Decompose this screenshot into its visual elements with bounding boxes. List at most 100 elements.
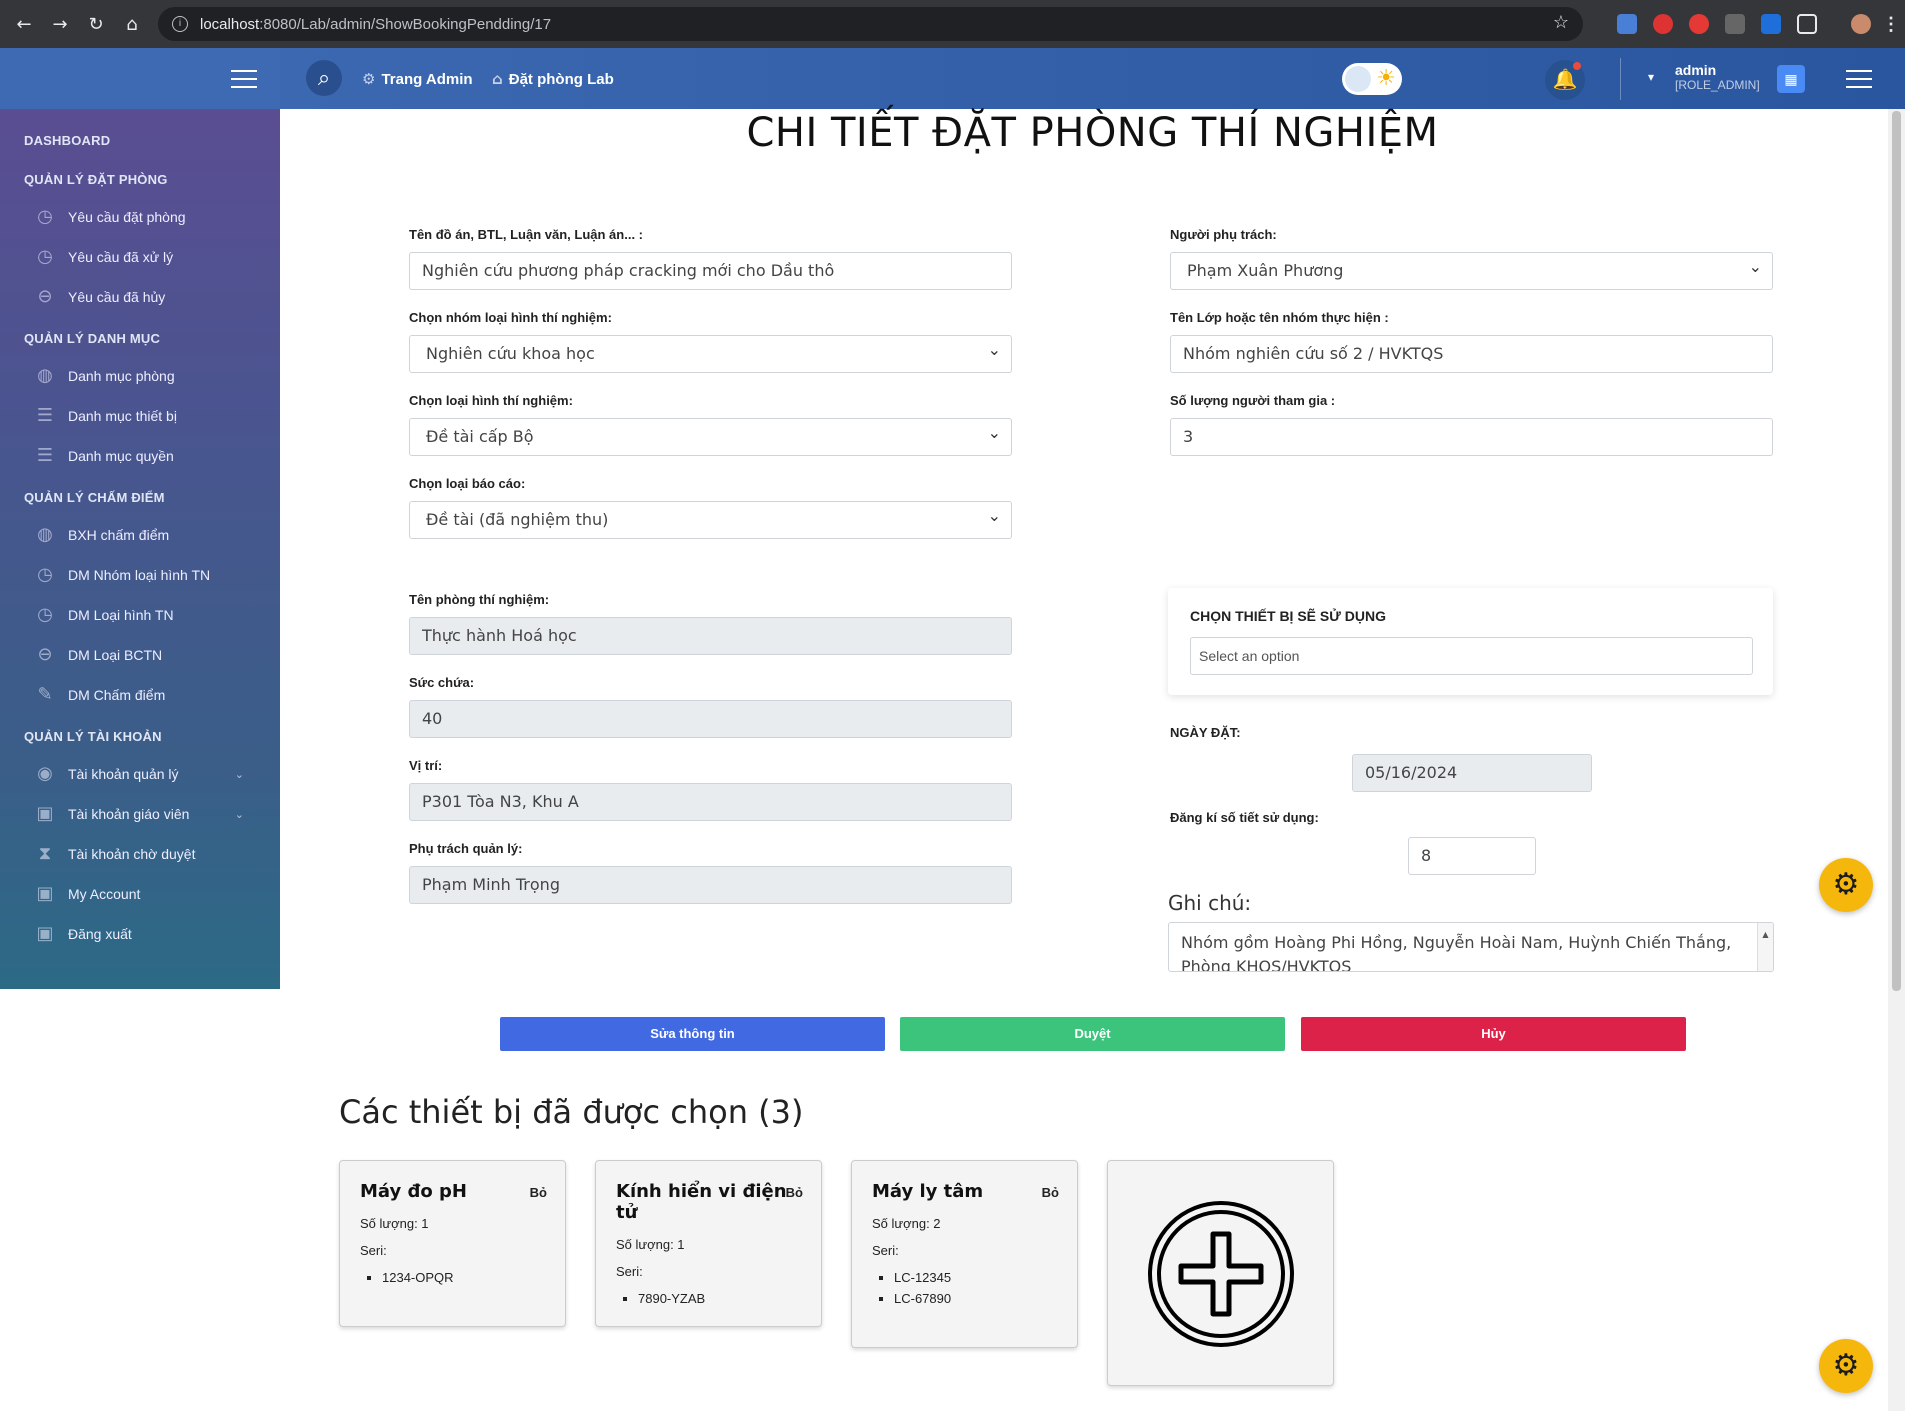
exp-group-select[interactable]: Nghiên cứu khoa học bbox=[409, 335, 1012, 373]
equipment-select[interactable]: Select an option bbox=[1190, 637, 1753, 675]
scrollbar-thumb[interactable] bbox=[1892, 111, 1901, 991]
page-scrollbar[interactable] bbox=[1888, 109, 1905, 1411]
note-textarea[interactable]: Nhóm gồm Hoàng Phi Hồng, Nguyễn Hoài Nam… bbox=[1168, 922, 1774, 972]
exp-type-select[interactable]: Đề tài cấp Bộ bbox=[409, 418, 1012, 456]
sidebar: DASHBOARD QUẢN LÝ ĐẶT PHÒNG ◷ Yêu cầu đặt p… bbox=[0, 109, 280, 989]
sidebar-item[interactable]: ⧗ Tài khoản chờ duyệt bbox=[0, 834, 280, 874]
add-equipment-card[interactable] bbox=[1107, 1160, 1334, 1386]
supervisor-select[interactable]: Phạm Xuân Phương bbox=[1170, 252, 1773, 290]
equipment-quantity: Số lượng: 1 bbox=[360, 1216, 429, 1231]
sidebar-item[interactable]: ☰ Danh mục thiết bị bbox=[0, 396, 280, 436]
report-type-select[interactable]: Đề tài (đã nghiệm thu) bbox=[409, 501, 1012, 539]
theme-toggle[interactable]: ☀ bbox=[1342, 63, 1402, 95]
sidebar-toggle-icon[interactable] bbox=[231, 70, 257, 88]
manager-field: Phạm Minh Trọng bbox=[409, 866, 1012, 904]
reload-icon[interactable]: ↻ bbox=[78, 14, 114, 35]
class-field[interactable]: Nhóm nghiên cứu số 2 / HVKTQS bbox=[1170, 335, 1773, 373]
moon-icon bbox=[1345, 66, 1371, 92]
project-name-field[interactable]: Nghiên cứu phương pháp cracking mới cho … bbox=[409, 252, 1012, 290]
shield-extension-icon[interactable] bbox=[1761, 14, 1781, 34]
serial-item: LC-67890 bbox=[894, 1291, 1057, 1306]
browser-menu-icon[interactable]: ⋮ bbox=[1881, 14, 1901, 34]
remove-button[interactable]: Bỏ bbox=[530, 1185, 547, 1200]
nav-link-admin[interactable]: ⚙ Trang Admin bbox=[362, 70, 473, 88]
sidebar-item[interactable]: ◷ DM Loại hình TN bbox=[0, 595, 280, 635]
sidebar-item[interactable]: ◷ Yêu cầu đã xử lý bbox=[0, 237, 280, 277]
red-extension-icon[interactable] bbox=[1689, 14, 1709, 34]
equipment-card: Kính hiển vi điện tử Bỏ Số lượng: 1 Seri… bbox=[595, 1160, 822, 1327]
sidebar-item[interactable]: ▣ Tài khoản giáo viên ⌄ bbox=[0, 794, 280, 834]
address-bar[interactable]: i localhost:8080/Lab/admin/ShowBookingPe… bbox=[158, 7, 1583, 41]
sidebar-item[interactable]: ◷ DM Nhóm loại hình TN bbox=[0, 555, 280, 595]
periods-field[interactable]: 8 bbox=[1408, 837, 1536, 875]
sidebar-section-title[interactable]: DASHBOARD bbox=[0, 119, 280, 158]
clock-icon: ◷ bbox=[37, 564, 53, 585]
sidebar-item-label: Yêu cầu đặt phòng bbox=[68, 209, 186, 225]
report-type-label: Chọn loại báo cáo: bbox=[409, 476, 526, 491]
url-host: localhost bbox=[200, 15, 260, 33]
settings-gear-icon[interactable]: ⚙ bbox=[1819, 858, 1873, 912]
remove-button[interactable]: Bỏ bbox=[1042, 1185, 1059, 1200]
sidebar-item[interactable]: ⊖ Yêu cầu đã hủy bbox=[0, 277, 280, 317]
serial-item: 7890-YZAB bbox=[638, 1291, 801, 1306]
sidebar-section-title: QUẢN LÝ TÀI KHOẢN bbox=[24, 729, 162, 744]
calendar-icon[interactable]: ▦ bbox=[1777, 65, 1805, 93]
user-name: admin bbox=[1675, 62, 1717, 78]
sidebar-item[interactable]: ◷ Yêu cầu đặt phòng bbox=[0, 197, 280, 237]
sidebar-item-label: DM Chấm điểm bbox=[68, 687, 166, 703]
clock-icon: ◷ bbox=[37, 246, 53, 267]
note-scrollbar[interactable]: ▲▼ bbox=[1757, 923, 1773, 971]
chevron-down-icon[interactable]: ⌄ bbox=[235, 808, 244, 821]
menu-icon[interactable] bbox=[1846, 70, 1872, 88]
user-menu[interactable]: admin [ROLE_ADMIN] bbox=[1675, 62, 1760, 92]
profile-avatar[interactable] bbox=[1851, 14, 1871, 34]
minus-circle-icon: ⊖ bbox=[37, 644, 53, 665]
chevron-down-icon[interactable]: ▾ bbox=[1648, 70, 1654, 84]
pencil-icon: ✎ bbox=[37, 684, 53, 705]
sidebar-item[interactable]: ☰ Danh mục quyền bbox=[0, 436, 280, 476]
adblock-extension-icon[interactable] bbox=[1653, 14, 1673, 34]
date-field: 05/16/2024 bbox=[1352, 754, 1592, 792]
sidebar-item[interactable]: ▣ Đăng xuất bbox=[0, 914, 280, 954]
remove-button[interactable]: Bỏ bbox=[786, 1185, 803, 1200]
sidebar-item-label: Yêu cầu đã xử lý bbox=[68, 249, 174, 265]
manager-label: Phụ trách quản lý: bbox=[409, 841, 523, 856]
translate-extension-icon[interactable] bbox=[1617, 14, 1637, 34]
approve-button[interactable]: Duyệt bbox=[900, 1017, 1285, 1051]
participants-field[interactable]: 3 bbox=[1170, 418, 1773, 456]
back-icon[interactable]: ← bbox=[6, 14, 42, 35]
chevron-down-icon[interactable]: ⌄ bbox=[235, 768, 244, 781]
settings-gear-icon[interactable]: ⚙ bbox=[1819, 1339, 1873, 1393]
clock-icon: ◷ bbox=[37, 604, 53, 625]
user-role: [ROLE_ADMIN] bbox=[1675, 78, 1760, 92]
serial-list: LC-12345 LC-67890 bbox=[894, 1270, 1057, 1306]
bookmark-star-icon[interactable]: ☆ bbox=[1553, 12, 1569, 33]
exp-group-label: Chọn nhóm loại hình thí nghiệm: bbox=[409, 310, 612, 325]
lab-name-label: Tên phòng thí nghiệm: bbox=[409, 592, 550, 607]
home-icon[interactable]: ⌂ bbox=[114, 14, 150, 35]
copy-extension-icon[interactable] bbox=[1725, 14, 1745, 34]
participants-label: Số lượng người tham gia : bbox=[1170, 393, 1336, 408]
site-info-icon[interactable]: i bbox=[172, 16, 188, 32]
cancel-button[interactable]: Hủy bbox=[1301, 1017, 1686, 1051]
sidebar-item-label: Danh mục thiết bị bbox=[68, 408, 177, 424]
url-path: :8080/Lab/admin/ShowBookingPendding/17 bbox=[259, 15, 552, 33]
sidebar-item[interactable]: ◉ Tài khoản quản lý ⌄ bbox=[0, 754, 280, 794]
sidebar-item[interactable]: ▣ My Account bbox=[0, 874, 280, 914]
search-icon[interactable]: ⌕ bbox=[306, 60, 342, 96]
sidebar-item-label: Đăng xuất bbox=[68, 926, 132, 942]
sidebar-item-label: My Account bbox=[68, 886, 141, 902]
sun-icon: ☀ bbox=[1376, 66, 1396, 91]
notification-bell-icon[interactable]: 🔔 bbox=[1545, 60, 1585, 100]
sidebar-section-title: QUẢN LÝ DANH MỤC bbox=[24, 331, 161, 346]
nav-link-booking[interactable]: ⌂ Đặt phòng Lab bbox=[492, 70, 614, 88]
sidebar-item[interactable]: ◍ Danh mục phòng bbox=[0, 356, 280, 396]
forward-icon[interactable]: → bbox=[42, 14, 78, 35]
sidebar-item-label: Danh mục phòng bbox=[68, 368, 175, 384]
edit-button[interactable]: Sửa thông tin bbox=[500, 1017, 885, 1051]
equipment-picker-title: CHỌN THIẾT BỊ SẼ SỬ DỤNG bbox=[1190, 608, 1386, 624]
extensions-puzzle-icon[interactable] bbox=[1797, 14, 1817, 34]
sidebar-item[interactable]: ◍ BXH chấm điểm bbox=[0, 515, 280, 555]
sidebar-item[interactable]: ⊖ DM Loại BCTN bbox=[0, 635, 280, 675]
sidebar-item[interactable]: ✎ DM Chấm điểm bbox=[0, 675, 280, 715]
